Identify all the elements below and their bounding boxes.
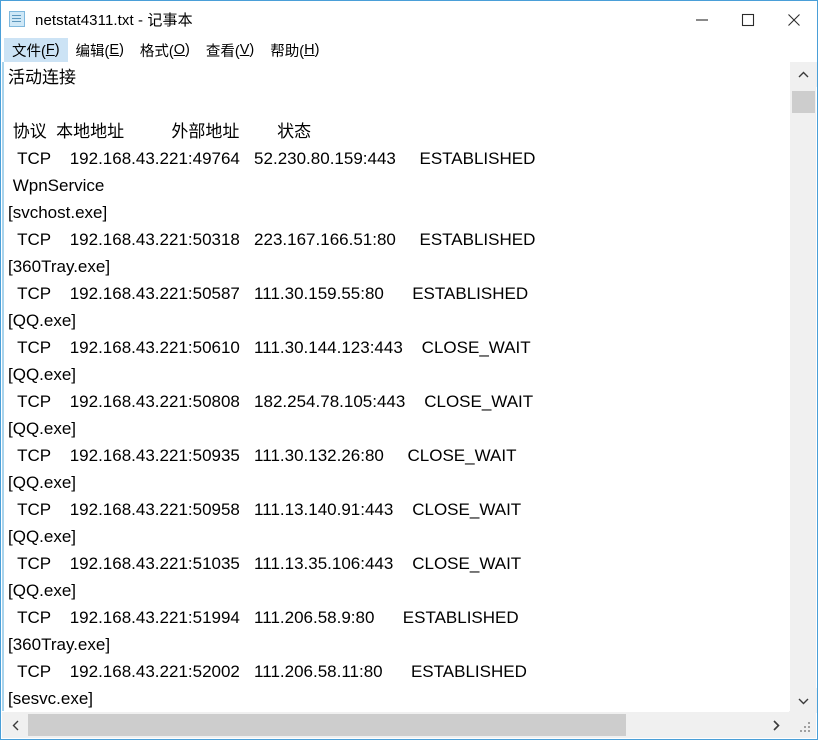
text-line: TCP 192.168.43.221:51994 111.206.58.9:80… bbox=[8, 608, 519, 627]
scroll-right-button[interactable] bbox=[762, 712, 789, 738]
scroll-left-button[interactable] bbox=[2, 712, 29, 738]
chevron-left-icon bbox=[12, 720, 18, 730]
menu-item-help-text: 帮助( bbox=[270, 43, 305, 60]
text-line: 活动连接 bbox=[8, 68, 76, 87]
menu-item-view-tail: ) bbox=[249, 42, 255, 58]
menu-item-file-accel: F bbox=[45, 42, 55, 58]
text-line: [QQ.exe] bbox=[8, 527, 77, 546]
close-icon bbox=[788, 13, 800, 26]
menu-item-edit[interactable]: 编辑(E) bbox=[68, 38, 132, 62]
chevron-right-icon bbox=[772, 719, 780, 731]
close-button[interactable] bbox=[771, 1, 817, 38]
minimize-icon bbox=[696, 18, 708, 21]
text-line: TCP 192.168.43.221:50935 111.30.132.26:8… bbox=[8, 446, 517, 465]
text-line: [360Tray.exe] bbox=[8, 257, 111, 276]
text-line: [QQ.exe] bbox=[8, 365, 77, 384]
text-line: TCP 192.168.43.221:50587 111.30.159.55:8… bbox=[8, 284, 529, 303]
text-line: [QQ.exe] bbox=[8, 311, 77, 330]
notepad-icon bbox=[9, 10, 27, 29]
text-line bbox=[8, 91, 789, 118]
menu-item-format-tail: ) bbox=[185, 42, 190, 58]
notepad-window: netstat4311.txt - 记事本 文件(F) 编辑(E) 格式(… bbox=[0, 0, 818, 740]
maximize-button[interactable] bbox=[725, 1, 771, 38]
chevron-down-icon bbox=[798, 698, 809, 704]
menu-item-view-accel: V bbox=[239, 42, 250, 58]
text-line: [sesvc.exe] bbox=[8, 689, 94, 708]
title-bar[interactable]: netstat4311.txt - 记事本 bbox=[1, 1, 817, 38]
menu-item-edit-tail: ) bbox=[119, 42, 124, 58]
text-line: TCP 192.168.43.221:49764 52.230.80.159:4… bbox=[8, 149, 536, 168]
text-line: TCP 192.168.43.221:52002 111.206.58.11:8… bbox=[8, 662, 527, 681]
text-line: [svchost.exe] bbox=[8, 203, 108, 222]
menu-item-edit-text: 编辑( bbox=[75, 43, 110, 60]
text-line: [QQ.exe] bbox=[8, 419, 77, 438]
text-line: [360Tray.exe] bbox=[8, 635, 111, 654]
resize-grip-icon[interactable] bbox=[789, 711, 816, 738]
text-line: TCP 192.168.43.221:50958 111.13.140.91:4… bbox=[8, 500, 522, 519]
menu-item-view-text: 查看( bbox=[205, 43, 240, 60]
window-title: netstat4311.txt - 记事本 bbox=[35, 12, 193, 29]
editor-area: 活动连接 协议 本地地址 外部地址 状态 TCP 192.168.43.221:… bbox=[2, 62, 817, 738]
text-line: 协议 本地地址 外部地址 状态 bbox=[8, 122, 312, 141]
text-line: [QQ.exe] bbox=[8, 473, 77, 492]
minimize-button[interactable] bbox=[679, 1, 725, 38]
text-line: TCP 192.168.43.221:50318 223.167.166.51:… bbox=[8, 230, 536, 249]
text-line: TCP 192.168.43.221:50610 111.30.144.123:… bbox=[8, 338, 531, 357]
horizontal-scrollbar[interactable] bbox=[2, 711, 789, 738]
menu-item-file-text: 文件( bbox=[12, 43, 46, 60]
menu-item-file[interactable]: 文件(F) bbox=[4, 38, 68, 62]
chevron-up-icon bbox=[798, 71, 809, 77]
menu-item-help[interactable]: 帮助(H) bbox=[262, 38, 327, 62]
menu-item-format-text: 格式( bbox=[139, 43, 174, 60]
vertical-scroll-thumb[interactable] bbox=[792, 91, 815, 113]
maximize-icon bbox=[741, 13, 755, 26]
window-controls bbox=[679, 1, 817, 38]
scroll-up-button[interactable] bbox=[790, 62, 817, 87]
text-line: [QQ.exe] bbox=[8, 581, 77, 600]
text-line: WpnService bbox=[8, 176, 105, 195]
menu-item-edit-accel: E bbox=[109, 42, 120, 58]
text-content[interactable]: 活动连接 协议 本地地址 外部地址 状态 TCP 192.168.43.221:… bbox=[2, 62, 789, 713]
menu-item-view[interactable]: 查看(V) bbox=[198, 38, 262, 62]
menu-item-help-accel: H bbox=[304, 42, 315, 58]
vertical-scrollbar[interactable] bbox=[789, 62, 817, 713]
text-line: TCP 192.168.43.221:50808 182.254.78.105:… bbox=[8, 392, 534, 411]
horizontal-scroll-thumb[interactable] bbox=[28, 714, 626, 736]
menu-item-format-accel: O bbox=[173, 42, 186, 58]
scroll-down-button[interactable] bbox=[790, 688, 817, 713]
menu-bar: 文件(F) 编辑(E) 格式(O) 查看(V) 帮助(H) bbox=[1, 38, 817, 62]
menu-item-format[interactable]: 格式(O) bbox=[132, 38, 198, 62]
text-line: TCP 192.168.43.221:51035 111.13.35.106:4… bbox=[8, 554, 522, 573]
menu-item-file-tail: ) bbox=[54, 42, 60, 58]
menu-item-help-tail: ) bbox=[314, 42, 320, 58]
